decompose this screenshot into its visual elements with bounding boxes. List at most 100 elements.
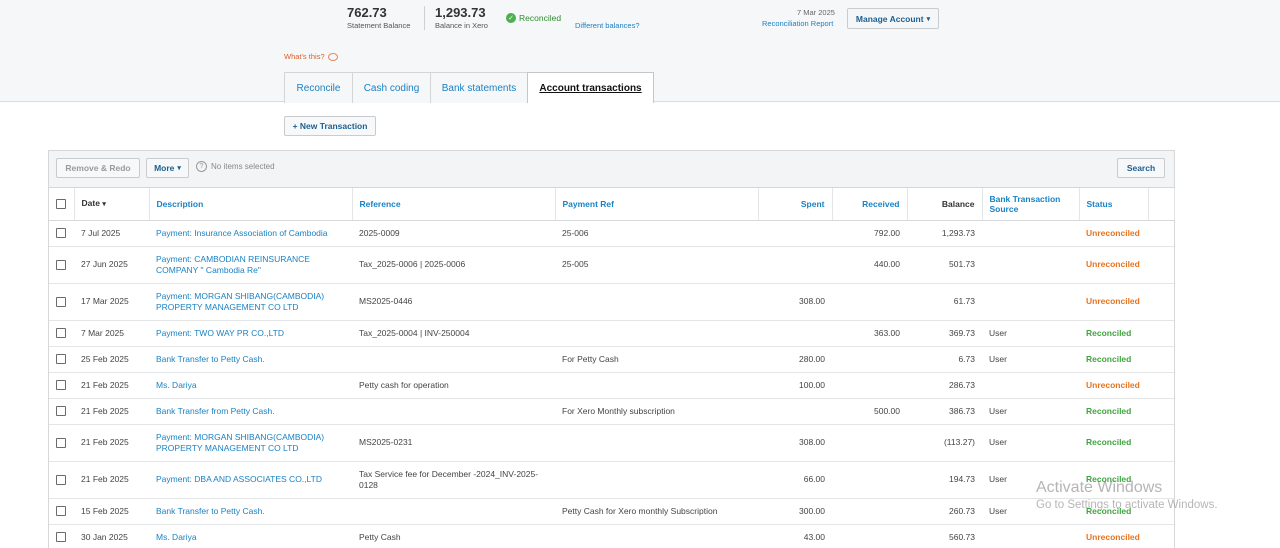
received-cell (832, 498, 907, 525)
row-checkbox[interactable] (56, 506, 66, 517)
tab-bank-statements[interactable]: Bank statements (430, 72, 528, 103)
table-row[interactable]: 7 Jul 2025 Payment: Insurance Association… (49, 220, 1174, 247)
xero-balance-caption: Balance in Xero (435, 21, 488, 30)
spacer-cell (1148, 220, 1174, 247)
description-cell[interactable]: Ms. Dariya (149, 372, 352, 399)
table-row[interactable]: 21 Feb 2025 Payment: DBA AND ASSOCIATES C… (49, 461, 1174, 499)
description-column-header[interactable]: Description (149, 188, 353, 221)
date-column-header[interactable]: Date ▾ (74, 188, 150, 221)
different-balances-link[interactable]: Different balances? (575, 21, 640, 30)
balance-cell: 61.73 (907, 283, 982, 321)
manage-account-button[interactable]: Manage Account ▾ (847, 8, 939, 29)
source-cell (982, 524, 1079, 548)
description-cell[interactable]: Payment: TWO WAY PR CO.,LTD (149, 320, 352, 347)
table-row[interactable]: 21 Feb 2025 Ms. Dariya Petty cash for oper… (49, 372, 1174, 399)
status-cell: Reconciled (1079, 346, 1148, 373)
payment-ref-cell: 25-005 (555, 246, 758, 284)
row-checkbox-cell (49, 346, 74, 373)
table-row[interactable]: 21 Feb 2025 Bank Transfer from Petty Cash… (49, 398, 1174, 425)
source-cell: User (982, 424, 1079, 462)
table-row[interactable]: 27 Jun 2025 Payment: CAMBODIAN REINSURANC… (49, 246, 1174, 284)
tab-reconcile[interactable]: Reconcile (284, 72, 353, 103)
reference-cell: MS2025-0446 (352, 283, 555, 321)
reconciliation-report-link[interactable]: Reconciliation Report (762, 19, 833, 28)
received-cell: 500.00 (832, 398, 907, 425)
payment-ref-cell (555, 372, 758, 399)
select-all-checkbox[interactable] (56, 199, 66, 210)
transactions-table: Date ▾ Description Reference Payment Ref… (49, 188, 1175, 548)
description-cell[interactable]: Bank Transfer to Petty Cash. (149, 346, 352, 373)
row-checkbox[interactable] (56, 296, 66, 307)
xero-balance-value: 1,293.73 (435, 5, 486, 20)
row-checkbox-cell (49, 283, 74, 321)
payment-ref-cell (555, 320, 758, 347)
reference-cell (352, 398, 555, 425)
balance-cell: 286.73 (907, 372, 982, 399)
payment-ref-cell: Petty Cash for Xero monthly Subscription (555, 498, 758, 525)
more-button[interactable]: More ▾ (146, 158, 189, 178)
whats-this-link[interactable]: What's this? (284, 52, 338, 61)
balance-cell: 1,293.73 (907, 220, 982, 247)
spent-column-header[interactable]: Spent (758, 188, 833, 221)
tab-cash-coding[interactable]: Cash coding (352, 72, 431, 103)
spacer-column-header (1148, 188, 1175, 221)
caret-down-icon: ▾ (177, 165, 181, 172)
received-column-header[interactable]: Received (832, 188, 908, 221)
spent-cell: 308.00 (758, 424, 832, 462)
description-cell[interactable]: Payment: MORGAN SHIBANG(CAMBODIA) PROPER… (149, 283, 352, 321)
new-transaction-button[interactable]: + New Transaction (284, 116, 376, 136)
description-cell[interactable]: Payment: MORGAN SHIBANG(CAMBODIA) PROPER… (149, 424, 352, 462)
spent-cell (758, 320, 832, 347)
remove-redo-button[interactable]: Remove & Redo (56, 158, 140, 178)
source-column-header[interactable]: Bank Transaction Source (982, 188, 1080, 221)
row-checkbox[interactable] (56, 328, 66, 339)
tab-account-transactions[interactable]: Account transactions (527, 72, 654, 103)
table-row[interactable]: 25 Feb 2025 Bank Transfer to Petty Cash. F… (49, 346, 1174, 373)
table-row[interactable]: 15 Feb 2025 Bank Transfer to Petty Cash. P… (49, 498, 1174, 525)
row-checkbox[interactable] (56, 474, 66, 485)
description-cell[interactable]: Bank Transfer from Petty Cash. (149, 398, 352, 425)
table-row[interactable]: 30 Jan 2025 Ms. Dariya Petty Cash 43.00 560.… (49, 524, 1174, 548)
row-checkbox[interactable] (56, 406, 66, 417)
description-cell[interactable]: Payment: DBA AND ASSOCIATES CO.,LTD (149, 461, 352, 499)
spacer-cell (1148, 398, 1174, 425)
spent-cell (758, 398, 832, 425)
source-cell: User (982, 346, 1079, 373)
row-checkbox[interactable] (56, 532, 66, 543)
statement-balance-caption: Statement Balance (347, 21, 411, 30)
payment-ref-cell: 25-006 (555, 220, 758, 247)
payment-ref-cell: For Xero Monthly subscription (555, 398, 758, 425)
date-cell: 21 Feb 2025 (74, 424, 149, 462)
table-row[interactable]: 7 Mar 2025 Payment: TWO WAY PR CO.,LTD Tax… (49, 320, 1174, 347)
source-cell (982, 372, 1079, 399)
reference-cell: Tax Service fee for December -2024_INV-2… (352, 461, 555, 499)
row-checkbox[interactable] (56, 228, 66, 239)
source-cell (982, 246, 1079, 284)
row-checkbox-cell (49, 461, 74, 499)
description-cell[interactable]: Bank Transfer to Petty Cash. (149, 498, 352, 525)
search-button[interactable]: Search (1117, 158, 1165, 178)
reference-column-header[interactable]: Reference (352, 188, 556, 221)
spacer-cell (1148, 320, 1174, 347)
help-icon[interactable]: ? (196, 161, 207, 172)
description-cell[interactable]: Payment: CAMBODIAN REINSURANCE COMPANY "… (149, 246, 352, 284)
watermark-line-1: Activate Windows (1036, 479, 1163, 496)
reference-cell: Petty cash for operation (352, 372, 555, 399)
spent-cell (758, 246, 832, 284)
row-checkbox[interactable] (56, 354, 66, 365)
row-checkbox[interactable] (56, 380, 66, 391)
row-checkbox[interactable] (56, 259, 66, 270)
table-row[interactable]: 21 Feb 2025 Payment: MORGAN SHIBANG(CAMBO… (49, 424, 1174, 462)
manage-account-label: Manage Account (855, 13, 924, 24)
payment-ref-column-header[interactable]: Payment Ref (555, 188, 759, 221)
status-column-header[interactable]: Status (1079, 188, 1149, 221)
table-row[interactable]: 17 Mar 2025 Payment: MORGAN SHIBANG(CAMBO… (49, 283, 1174, 321)
reference-cell: Tax_2025-0006 | 2025-0006 (352, 246, 555, 284)
description-cell[interactable]: Payment: Insurance Association of Cambod… (149, 220, 352, 247)
row-checkbox[interactable] (56, 437, 66, 448)
received-cell: 792.00 (832, 220, 907, 247)
date-cell: 21 Feb 2025 (74, 461, 149, 499)
windows-activation-watermark: Activate Windows Go to Settings to activ… (1036, 479, 1218, 511)
select-all-cell (49, 188, 75, 221)
description-cell[interactable]: Ms. Dariya (149, 524, 352, 548)
